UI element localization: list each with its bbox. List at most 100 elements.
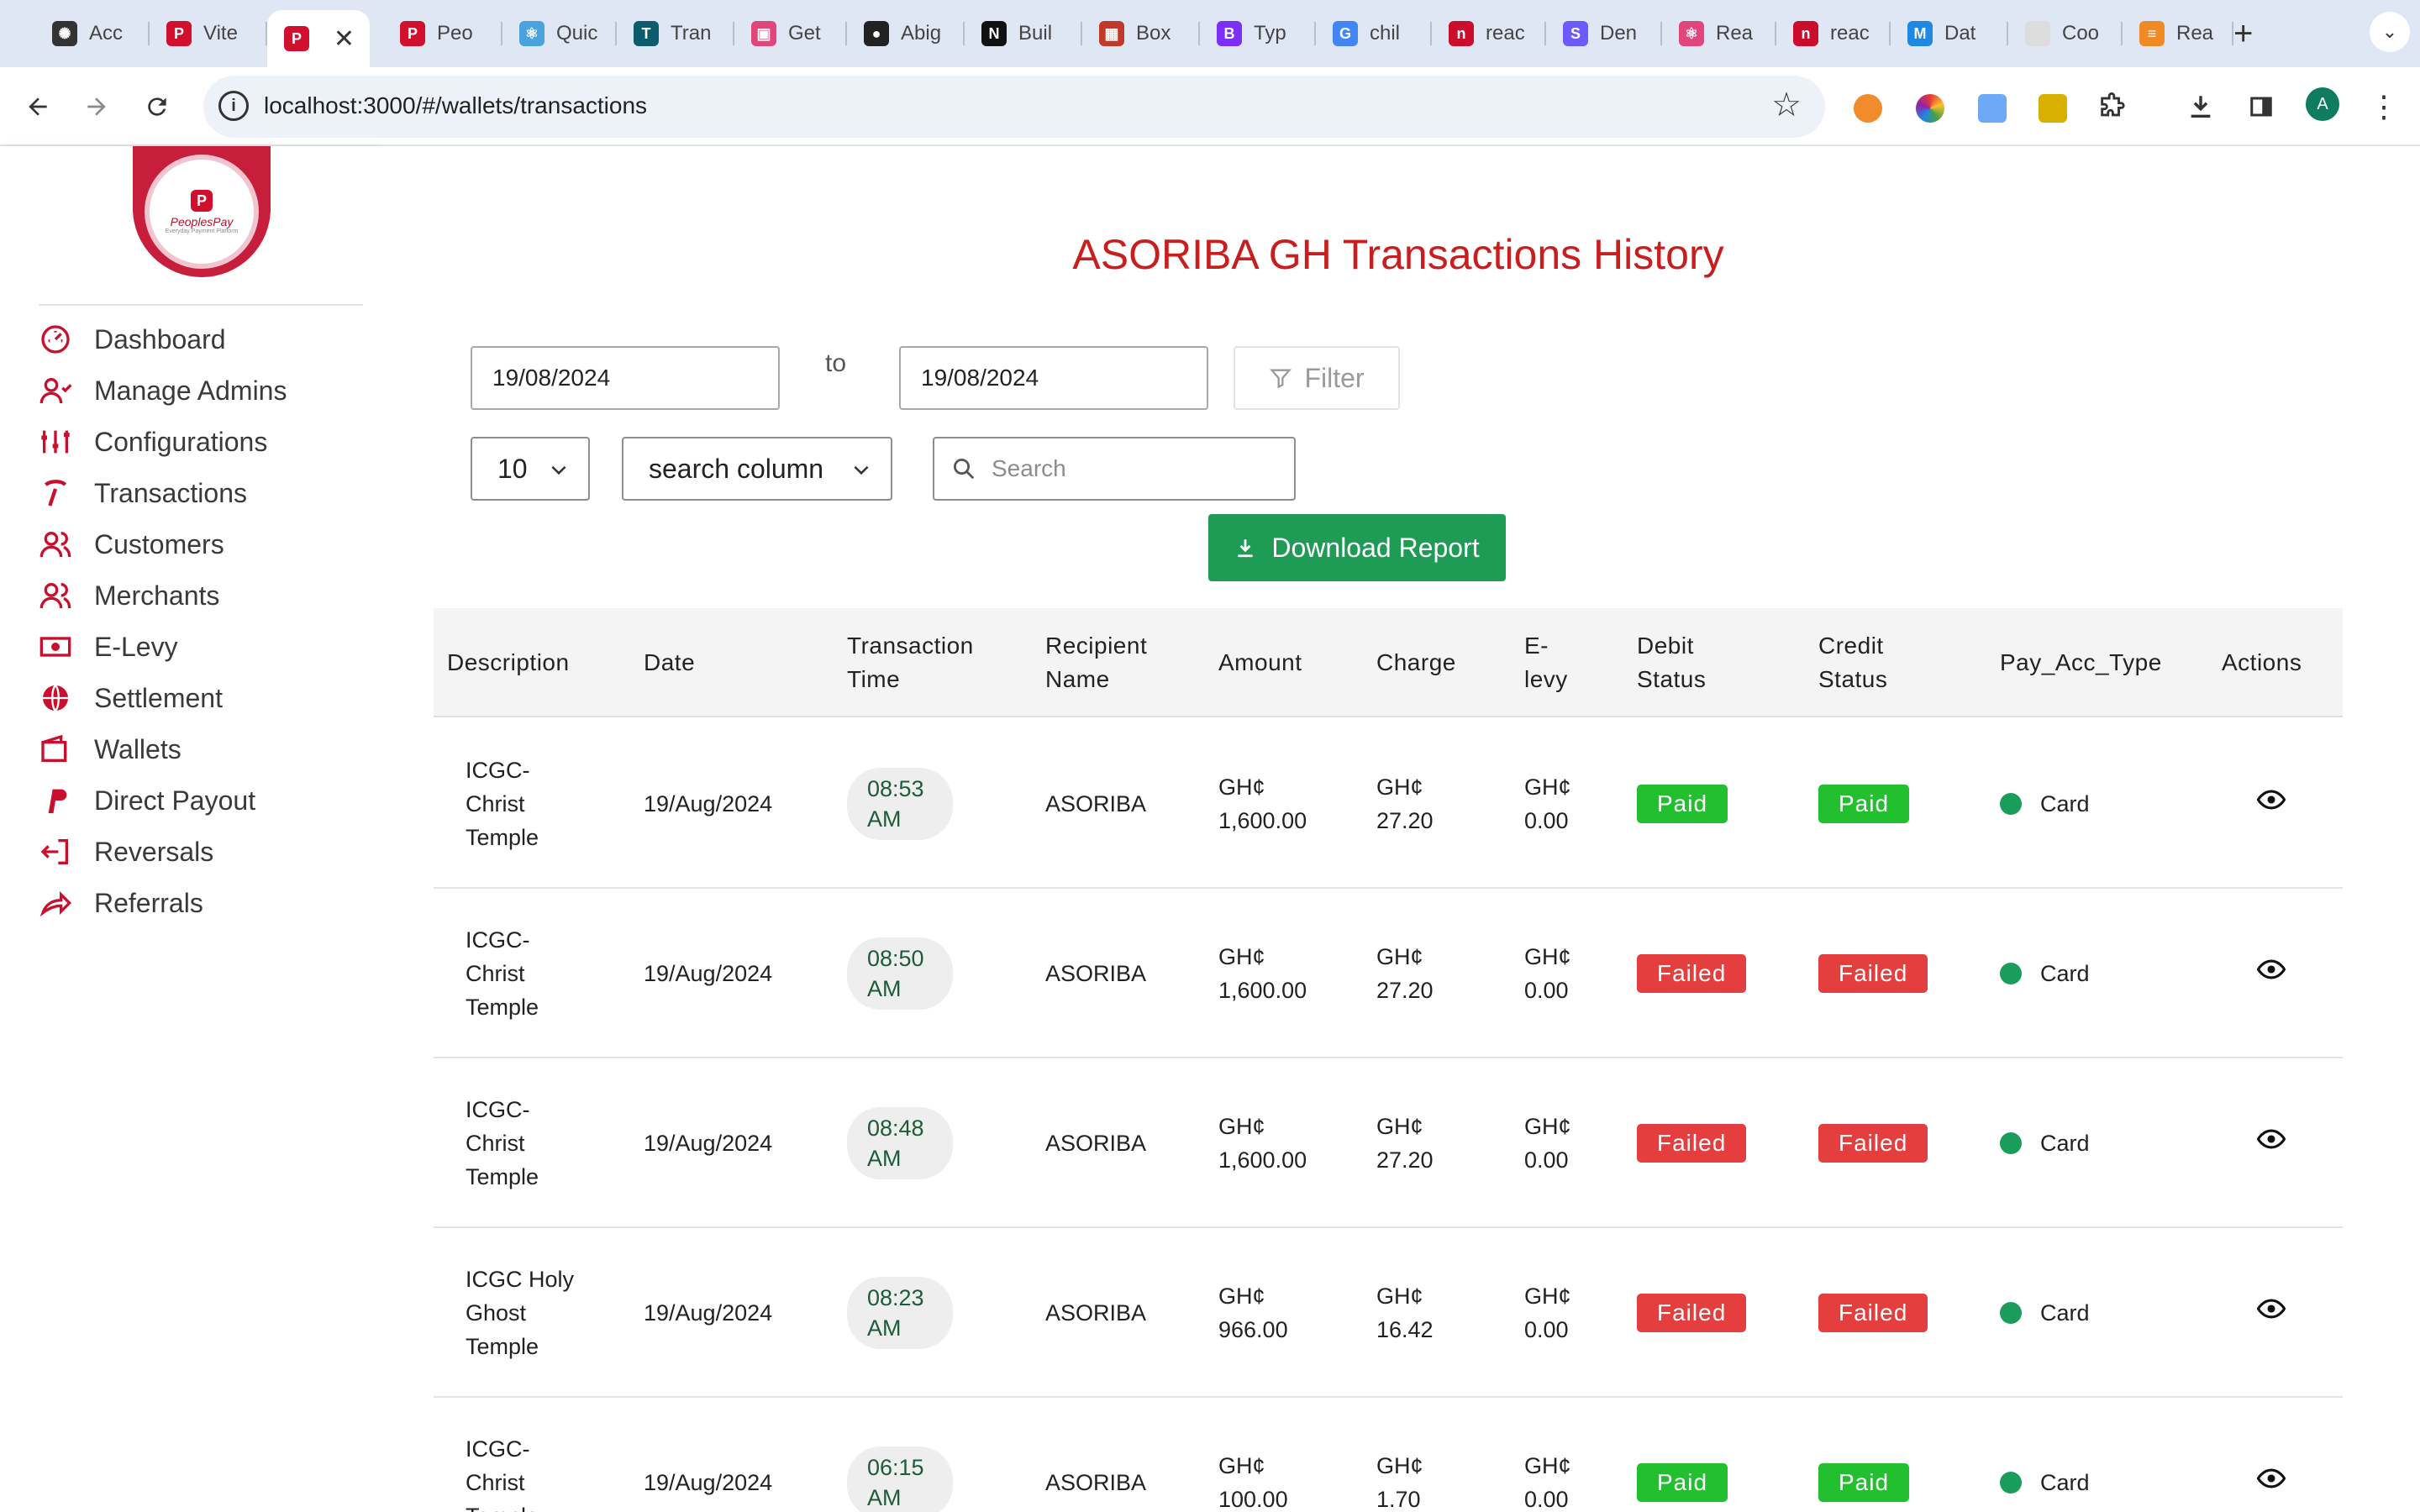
view-eye-icon[interactable] — [2256, 785, 2286, 823]
sidebar-item-wallets[interactable]: Wallets — [39, 724, 182, 774]
peoplespay-logo[interactable]: P PeoplesPay Everyday Payment Platform — [133, 146, 271, 277]
side-panel-icon[interactable] — [2240, 86, 2282, 128]
cell-pay-acc-type: Card — [2000, 1228, 2185, 1398]
cell-recipient: ASORIBA — [1045, 1398, 1197, 1512]
browser-tab[interactable]: ≡ Rea — [2123, 10, 2233, 57]
browser-tab[interactable]: Coo — [2008, 10, 2123, 57]
sidebar-item-settlement[interactable]: Settlement — [39, 673, 223, 723]
main-content: ASORIBA GH Transactions History 19/08/20… — [376, 146, 2420, 1512]
sidebar-item-configurations[interactable]: Configurations — [39, 417, 267, 467]
table-row: ICGC- Christ Temple 19/Aug/2024 08:50 AM AS… — [434, 889, 2343, 1058]
address-bar[interactable]: i localhost:3000/#/wallets/transactions … — [203, 76, 1825, 138]
extension-icon-1[interactable] — [1854, 94, 1882, 123]
sidebar-item-reversals[interactable]: Reversals — [39, 827, 213, 877]
extensions-puzzle-icon[interactable] — [2091, 86, 2133, 128]
browser-tab[interactable]: B Typ — [1200, 10, 1316, 57]
cell-elevy: GH¢ 0.00 — [1524, 889, 1608, 1058]
wallet-icon — [39, 732, 72, 766]
search-field[interactable] — [933, 437, 1296, 501]
header-transaction-time[interactable]: Transaction Time — [847, 608, 998, 717]
header-charge[interactable]: Charge — [1376, 608, 1494, 717]
sidebar-item-customers[interactable]: Customers — [39, 519, 224, 570]
extension-icon-4[interactable] — [2039, 94, 2067, 123]
view-eye-icon[interactable] — [2256, 1294, 2286, 1332]
downloads-icon[interactable] — [2180, 86, 2222, 128]
header-recipient-name[interactable]: Recipient Name — [1045, 608, 1188, 717]
new-tab-button[interactable]: + — [2233, 15, 2253, 53]
header-amount[interactable]: Amount — [1218, 608, 1344, 717]
browser-tab-label: chil — [1370, 22, 1401, 45]
credit-status-badge: Failed — [1818, 1294, 1928, 1332]
view-eye-icon[interactable] — [2256, 955, 2286, 993]
browser-tab[interactable]: T Tran — [617, 10, 734, 57]
filter-button[interactable]: Filter — [1234, 346, 1400, 410]
header-elevy[interactable]: E-levy — [1524, 608, 1583, 717]
reload-icon[interactable] — [136, 86, 178, 128]
logo-tagline: Everyday Payment Platform — [165, 228, 239, 234]
cell-transaction-time: 08:48 AM — [847, 1058, 998, 1228]
cell-recipient-text: ASORIBA — [1045, 1470, 1147, 1495]
sidebar-item-merchants[interactable]: Merchants — [39, 570, 219, 621]
forward-icon[interactable] — [76, 86, 118, 128]
browser-tab[interactable]: ● Abig — [847, 10, 965, 57]
cell-recipient: ASORIBA — [1045, 1058, 1197, 1228]
browser-tab[interactable]: ✺ Acc — [35, 10, 150, 57]
browser-tab[interactable]: ▦ Box — [1082, 10, 1200, 57]
search-input[interactable] — [992, 455, 1277, 482]
cell-description: ICGC Holy Ghost Temple — [466, 1228, 625, 1398]
browser-tab[interactable]: Gchil — [1316, 10, 1432, 57]
browser-tab[interactable]: N Buil — [965, 10, 1082, 57]
header-description[interactable]: Description — [447, 608, 615, 717]
google-icon: G — [1333, 21, 1358, 46]
debit-status-badge: Paid — [1637, 1463, 1728, 1502]
extension-icon-2[interactable] — [1916, 94, 1944, 123]
cell-pay-acc-type: Card — [2000, 1058, 2185, 1228]
sidebar-item-direct-payout[interactable]: Direct Payout — [39, 775, 255, 826]
browser-tab[interactable]: P Vite — [150, 10, 267, 57]
view-eye-icon[interactable] — [2256, 1125, 2286, 1163]
header-pay-acc-type[interactable]: Pay_Acc_Type — [2000, 608, 2185, 717]
browser-menu-icon[interactable]: ⋮ — [2363, 86, 2405, 128]
cell-transaction-time: 08:23 AM — [847, 1228, 998, 1398]
browser-tab[interactable]: ▣ Get — [734, 10, 847, 57]
browser-tab[interactable]: ⚛ Quic — [502, 10, 617, 57]
browser-tab-label: Acc — [89, 22, 124, 45]
extension-icon-3[interactable] — [1978, 94, 2007, 123]
sidebar-item-transactions[interactable]: Transactions — [39, 468, 247, 518]
browser-tab[interactable]: P ✕ — [267, 10, 370, 67]
cell-amount: GH¢ 100.00 — [1218, 1398, 1361, 1512]
sidebar-item-referrals[interactable]: Referrals — [39, 878, 203, 928]
search-column-select[interactable]: search column — [622, 437, 892, 501]
browser-tab-label: Coo — [2062, 22, 2100, 45]
date-to-input[interactable]: 19/08/2024 — [899, 346, 1208, 410]
sidebar-item-e-levy[interactable]: E-Levy — [39, 622, 178, 672]
close-tab-icon[interactable]: ✕ — [334, 24, 355, 54]
github-icon: ● — [864, 21, 889, 46]
browser-tab-label: Quic — [556, 22, 598, 45]
profile-avatar[interactable]: A — [2306, 87, 2339, 121]
site-info-icon[interactable]: i — [218, 91, 249, 121]
header-date[interactable]: Date — [644, 608, 812, 717]
cell-elevy-text: GH¢ 0.00 — [1524, 944, 1571, 1003]
sidebar-item-dashboard[interactable]: Dashboard — [39, 314, 226, 365]
status-dot-icon — [2000, 1302, 2022, 1324]
download-report-button[interactable]: Download Report — [1208, 514, 1506, 581]
date-from-input[interactable]: 19/08/2024 — [471, 346, 780, 410]
header-credit-status[interactable]: Credit Status — [1818, 608, 1936, 717]
page-size-select[interactable]: 10 — [471, 437, 590, 501]
cell-description-text: ICGC Holy Ghost Temple — [466, 1267, 575, 1359]
browser-tab[interactable]: P Peo — [383, 10, 502, 57]
browser-tab[interactable]: S Den — [1546, 10, 1662, 57]
bookmark-star-icon[interactable]: ☆ — [1771, 86, 1802, 124]
address-url[interactable]: localhost:3000/#/wallets/transactions — [264, 92, 647, 119]
view-eye-icon[interactable] — [2256, 1464, 2286, 1502]
back-icon[interactable] — [17, 86, 59, 128]
tab-search-icon[interactable]: ⌄ — [2370, 12, 2410, 52]
header-debit-status[interactable]: Debit Status — [1637, 608, 1754, 717]
browser-tab[interactable]: n reac — [1776, 10, 1891, 57]
browser-tab[interactable]: ⚛ Rea — [1662, 10, 1776, 57]
sidebar-item-manage-admins[interactable]: Manage Admins — [39, 365, 287, 416]
browser-tab[interactable]: n reac — [1432, 10, 1546, 57]
browser-tab[interactable]: M Dat — [1891, 10, 2008, 57]
browser-tab-label: Dat — [1944, 22, 1976, 45]
